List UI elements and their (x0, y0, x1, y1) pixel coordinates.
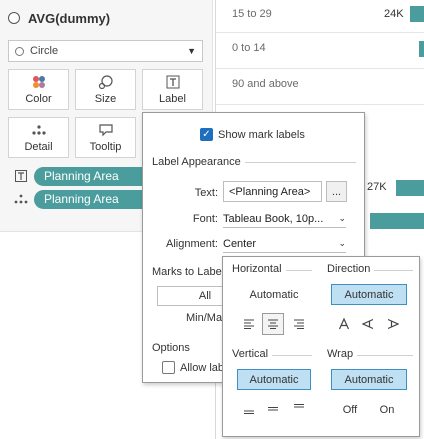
row-header: 15 to 29 (232, 8, 272, 20)
tooltip-tile-label: Tooltip (89, 141, 122, 153)
size-tile[interactable]: Size (75, 69, 136, 110)
wrap-title: Wrap (327, 348, 358, 360)
label-appearance-title: Label Appearance (152, 156, 245, 168)
size-tile-label: Size (94, 93, 117, 105)
align-right-icon[interactable] (288, 313, 310, 335)
color-dots-icon (31, 74, 47, 90)
label-T-icon (14, 170, 28, 182)
align-center-icon[interactable] (262, 313, 284, 335)
row-header: 90 and above (232, 78, 299, 90)
color-tile[interactable]: Color (8, 69, 69, 110)
wrap-on-button[interactable]: On (372, 399, 402, 420)
text-field-value: <Planning Area> (229, 185, 311, 198)
bar-mark[interactable] (396, 180, 424, 196)
text-rotate-right-icon[interactable] (382, 313, 404, 335)
measure-title: AVG(dummy) (28, 10, 111, 26)
direction-automatic-button[interactable]: Automatic (331, 284, 407, 305)
direction-title: Direction (327, 263, 375, 275)
label-T-icon (166, 74, 180, 90)
align-middle-icon[interactable] (262, 398, 284, 420)
tooltip-tile[interactable]: Tooltip (75, 117, 136, 158)
align-left-icon[interactable] (238, 313, 260, 335)
wrap-automatic-button[interactable]: Automatic (331, 369, 407, 390)
show-mark-labels-checkbox[interactable]: ✓ (200, 128, 213, 141)
show-mark-labels-label: Show mark labels (218, 128, 305, 141)
text-rotate-left-icon[interactable] (357, 313, 379, 335)
label-tile[interactable]: Label (142, 69, 203, 110)
allow-overlap-checkbox[interactable] (162, 361, 175, 374)
bar-value-label: 24K (384, 8, 404, 20)
chevron-down-icon: ⌄ (338, 213, 346, 223)
measure-header[interactable]: AVG(dummy) (8, 6, 110, 30)
measure-radio-icon[interactable] (8, 12, 20, 24)
mark-type-value: Circle (30, 45, 59, 57)
bar-mark[interactable] (410, 6, 424, 22)
text-up-icon[interactable] (333, 313, 355, 335)
chevron-down-icon: ▼ (187, 46, 196, 56)
label-tile-label: Label (159, 93, 186, 105)
font-dropdown[interactable]: Tableau Book, 10p... ⌄ (223, 210, 346, 228)
allow-overlap-label: Allow lab (180, 361, 225, 374)
color-tile-label: Color (25, 93, 52, 105)
alignment-label: Alignment: (166, 238, 218, 250)
size-icon (98, 74, 114, 90)
show-mark-labels-row[interactable]: ✓ Show mark labels (200, 128, 305, 141)
allow-overlap-row[interactable]: Allow lab (162, 361, 224, 374)
vertical-automatic-button[interactable]: Automatic (237, 369, 311, 390)
align-top-icon[interactable] (288, 398, 310, 420)
chevron-down-icon: ⌄ (338, 238, 346, 248)
bar-mark[interactable] (370, 213, 424, 229)
marks-to-label-title: Marks to Label (152, 266, 225, 278)
detail-tile-label: Detail (24, 141, 53, 153)
detail-tile[interactable]: Detail (8, 117, 69, 158)
detail-dots-icon (14, 194, 28, 204)
bar-mark[interactable] (419, 41, 424, 57)
row-header: 0 to 14 (232, 42, 266, 54)
alignment-value: Center (223, 237, 257, 250)
align-bottom-icon[interactable] (238, 398, 260, 420)
horizontal-title: Horizontal (232, 263, 286, 275)
wrap-off-button[interactable]: Off (335, 399, 365, 420)
bar-value-label: 27K (367, 181, 387, 193)
options-title: Options (152, 342, 190, 354)
tooltip-icon (98, 122, 114, 138)
mark-type-dropdown[interactable]: Circle ▼ (8, 40, 203, 62)
text-field-label: Text: (194, 187, 218, 199)
alignment-dropdown[interactable]: Center ⌄ (223, 235, 346, 253)
horizontal-automatic-button[interactable]: Automatic (237, 284, 311, 305)
font-value: Tableau Book, 10p... (223, 212, 324, 225)
vertical-title: Vertical (232, 348, 273, 360)
text-field[interactable]: <Planning Area> (223, 181, 322, 202)
font-label: Font: (192, 213, 218, 225)
circle-icon (15, 46, 24, 56)
text-edit-button[interactable]: ... (326, 181, 347, 202)
detail-dots-icon (31, 122, 47, 138)
